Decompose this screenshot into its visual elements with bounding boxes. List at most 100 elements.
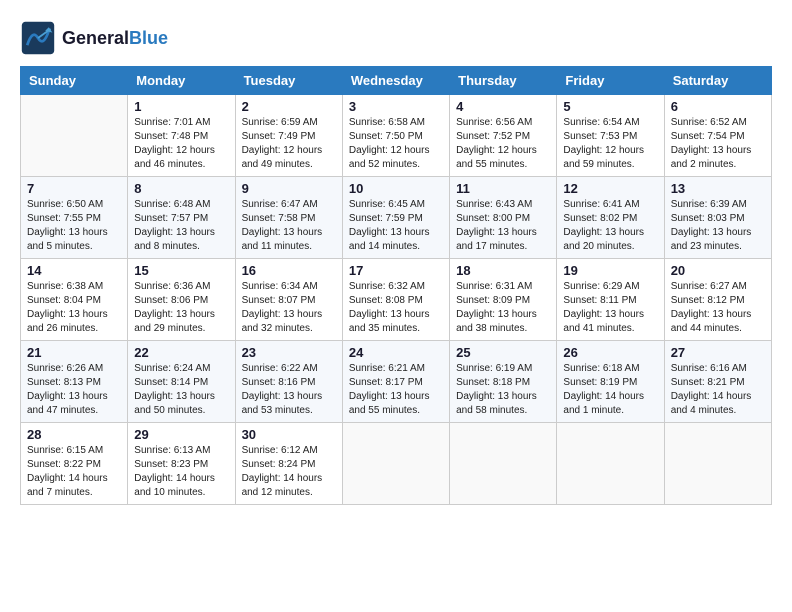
column-header-thursday: Thursday	[450, 67, 557, 95]
calendar-cell: 14 Sunrise: 6:38 AM Sunset: 8:04 PM Dayli…	[21, 259, 128, 341]
column-header-friday: Friday	[557, 67, 664, 95]
day-number: 11	[456, 181, 550, 196]
day-info: Sunrise: 6:26 AM Sunset: 8:13 PM Dayligh…	[27, 362, 121, 418]
calendar-cell: 27 Sunrise: 6:16 AM Sunset: 8:21 PM Dayli…	[664, 341, 771, 423]
day-number: 20	[671, 263, 765, 278]
day-number: 27	[671, 345, 765, 360]
calendar-cell: 7 Sunrise: 6:50 AM Sunset: 7:55 PM Daylig…	[21, 177, 128, 259]
day-number: 1	[134, 99, 228, 114]
day-info: Sunrise: 6:38 AM Sunset: 8:04 PM Dayligh…	[27, 280, 121, 336]
calendar-header-row: SundayMondayTuesdayWednesdayThursdayFrid…	[21, 67, 772, 95]
calendar-cell: 10 Sunrise: 6:45 AM Sunset: 7:59 PM Dayli…	[342, 177, 449, 259]
calendar-cell: 4 Sunrise: 6:56 AM Sunset: 7:52 PM Daylig…	[450, 95, 557, 177]
calendar-cell: 8Sunrise: 6:48 AM Sunset: 7:57 PM Daylig…	[128, 177, 235, 259]
day-info: Sunrise: 6:47 AM Sunset: 7:58 PM Dayligh…	[242, 198, 336, 254]
column-header-monday: Monday	[128, 67, 235, 95]
day-info: Sunrise: 6:59 AM Sunset: 7:49 PM Dayligh…	[242, 116, 336, 172]
day-info: Sunrise: 6:41 AM Sunset: 8:02 PM Dayligh…	[563, 198, 657, 254]
day-info: Sunrise: 6:19 AM Sunset: 8:18 PM Dayligh…	[456, 362, 550, 418]
day-info: Sunrise: 6:50 AM Sunset: 7:55 PM Dayligh…	[27, 198, 121, 254]
day-number: 21	[27, 345, 121, 360]
calendar-cell: 21 Sunrise: 6:26 AM Sunset: 8:13 PM Dayli…	[21, 341, 128, 423]
calendar-cell	[21, 95, 128, 177]
day-info: Sunrise: 6:15 AM Sunset: 8:22 PM Dayligh…	[27, 444, 121, 500]
day-number: 28	[27, 427, 121, 442]
calendar-cell: 13Sunrise: 6:39 AM Sunset: 8:03 PM Dayli…	[664, 177, 771, 259]
logo: GeneralBlue	[20, 20, 168, 56]
calendar-cell: 18Sunrise: 6:31 AM Sunset: 8:09 PM Dayli…	[450, 259, 557, 341]
day-info: Sunrise: 6:56 AM Sunset: 7:52 PM Dayligh…	[456, 116, 550, 172]
day-info: Sunrise: 6:21 AM Sunset: 8:17 PM Dayligh…	[349, 362, 443, 418]
day-number: 7	[27, 181, 121, 196]
calendar-cell: 1 Sunrise: 7:01 AM Sunset: 7:48 PM Daylig…	[128, 95, 235, 177]
column-header-wednesday: Wednesday	[342, 67, 449, 95]
day-info: Sunrise: 6:39 AM Sunset: 8:03 PM Dayligh…	[671, 198, 765, 254]
calendar-cell: 23 Sunrise: 6:22 AM Sunset: 8:16 PM Dayli…	[235, 341, 342, 423]
day-number: 25	[456, 345, 550, 360]
day-number: 30	[242, 427, 336, 442]
day-number: 2	[242, 99, 336, 114]
calendar-cell: 19 Sunrise: 6:29 AM Sunset: 8:11 PM Dayli…	[557, 259, 664, 341]
calendar-cell: 12 Sunrise: 6:41 AM Sunset: 8:02 PM Dayli…	[557, 177, 664, 259]
day-info: Sunrise: 6:12 AM Sunset: 8:24 PM Dayligh…	[242, 444, 336, 500]
column-header-saturday: Saturday	[664, 67, 771, 95]
calendar-table: SundayMondayTuesdayWednesdayThursdayFrid…	[20, 66, 772, 505]
calendar-cell: 11 Sunrise: 6:43 AM Sunset: 8:00 PM Dayli…	[450, 177, 557, 259]
day-number: 14	[27, 263, 121, 278]
day-number: 29	[134, 427, 228, 442]
column-header-sunday: Sunday	[21, 67, 128, 95]
calendar-cell: 25 Sunrise: 6:19 AM Sunset: 8:18 PM Dayli…	[450, 341, 557, 423]
calendar-cell: 28 Sunrise: 6:15 AM Sunset: 8:22 PM Dayli…	[21, 423, 128, 505]
calendar-cell: 3 Sunrise: 6:58 AM Sunset: 7:50 PM Daylig…	[342, 95, 449, 177]
day-number: 22	[134, 345, 228, 360]
day-info: Sunrise: 7:01 AM Sunset: 7:48 PM Dayligh…	[134, 116, 228, 172]
calendar-cell: 2 Sunrise: 6:59 AM Sunset: 7:49 PM Daylig…	[235, 95, 342, 177]
calendar-cell: 15 Sunrise: 6:36 AM Sunset: 8:06 PM Dayli…	[128, 259, 235, 341]
day-number: 8	[134, 181, 228, 196]
day-info: Sunrise: 6:45 AM Sunset: 7:59 PM Dayligh…	[349, 198, 443, 254]
calendar-cell	[664, 423, 771, 505]
day-info: Sunrise: 6:36 AM Sunset: 8:06 PM Dayligh…	[134, 280, 228, 336]
day-info: Sunrise: 6:13 AM Sunset: 8:23 PM Dayligh…	[134, 444, 228, 500]
day-number: 23	[242, 345, 336, 360]
day-number: 24	[349, 345, 443, 360]
calendar-cell: 5 Sunrise: 6:54 AM Sunset: 7:53 PM Daylig…	[557, 95, 664, 177]
day-info: Sunrise: 6:34 AM Sunset: 8:07 PM Dayligh…	[242, 280, 336, 336]
calendar-cell	[450, 423, 557, 505]
day-number: 16	[242, 263, 336, 278]
calendar-week-5: 28 Sunrise: 6:15 AM Sunset: 8:22 PM Dayli…	[21, 423, 772, 505]
column-header-tuesday: Tuesday	[235, 67, 342, 95]
calendar-week-2: 7 Sunrise: 6:50 AM Sunset: 7:55 PM Daylig…	[21, 177, 772, 259]
day-number: 4	[456, 99, 550, 114]
day-info: Sunrise: 6:24 AM Sunset: 8:14 PM Dayligh…	[134, 362, 228, 418]
day-info: Sunrise: 6:27 AM Sunset: 8:12 PM Dayligh…	[671, 280, 765, 336]
day-number: 18	[456, 263, 550, 278]
day-info: Sunrise: 6:54 AM Sunset: 7:53 PM Dayligh…	[563, 116, 657, 172]
day-info: Sunrise: 6:52 AM Sunset: 7:54 PM Dayligh…	[671, 116, 765, 172]
day-number: 26	[563, 345, 657, 360]
day-number: 3	[349, 99, 443, 114]
logo-icon	[20, 20, 56, 56]
day-info: Sunrise: 6:16 AM Sunset: 8:21 PM Dayligh…	[671, 362, 765, 418]
day-info: Sunrise: 6:29 AM Sunset: 8:11 PM Dayligh…	[563, 280, 657, 336]
calendar-cell: 26Sunrise: 6:18 AM Sunset: 8:19 PM Dayli…	[557, 341, 664, 423]
calendar-cell: 6 Sunrise: 6:52 AM Sunset: 7:54 PM Daylig…	[664, 95, 771, 177]
calendar-cell	[342, 423, 449, 505]
calendar-week-4: 21 Sunrise: 6:26 AM Sunset: 8:13 PM Dayli…	[21, 341, 772, 423]
calendar-cell: 9Sunrise: 6:47 AM Sunset: 7:58 PM Daylig…	[235, 177, 342, 259]
day-number: 19	[563, 263, 657, 278]
page-header: GeneralBlue	[20, 20, 772, 56]
day-number: 12	[563, 181, 657, 196]
calendar-cell: 16 Sunrise: 6:34 AM Sunset: 8:07 PM Dayli…	[235, 259, 342, 341]
day-number: 10	[349, 181, 443, 196]
day-info: Sunrise: 6:43 AM Sunset: 8:00 PM Dayligh…	[456, 198, 550, 254]
day-info: Sunrise: 6:58 AM Sunset: 7:50 PM Dayligh…	[349, 116, 443, 172]
day-info: Sunrise: 6:22 AM Sunset: 8:16 PM Dayligh…	[242, 362, 336, 418]
day-number: 5	[563, 99, 657, 114]
calendar-cell: 29 Sunrise: 6:13 AM Sunset: 8:23 PM Dayli…	[128, 423, 235, 505]
calendar-cell	[557, 423, 664, 505]
calendar-cell: 20 Sunrise: 6:27 AM Sunset: 8:12 PM Dayli…	[664, 259, 771, 341]
calendar-week-1: 1 Sunrise: 7:01 AM Sunset: 7:48 PM Daylig…	[21, 95, 772, 177]
day-number: 15	[134, 263, 228, 278]
day-number: 6	[671, 99, 765, 114]
